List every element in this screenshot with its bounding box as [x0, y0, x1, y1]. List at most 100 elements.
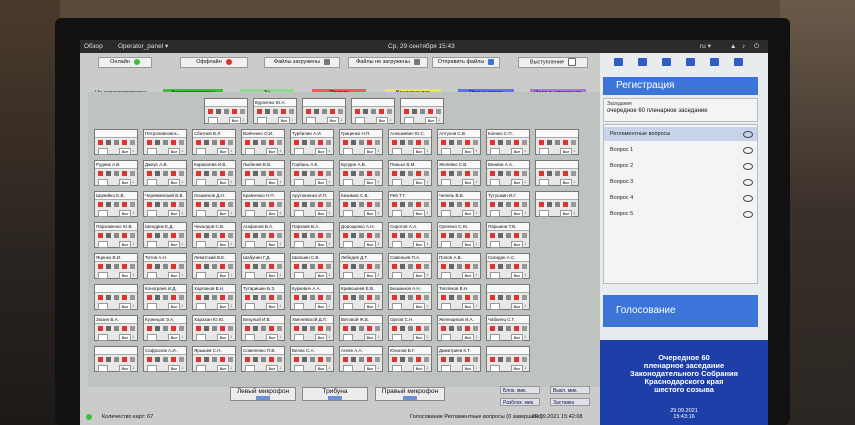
- seat-card[interactable]: Витовой Ж.Б. Вкл ↓: [339, 315, 383, 341]
- mic-on-button[interactable]: Вкл: [119, 148, 131, 155]
- seat-card[interactable]: Желевко С.В. Вкл ↓: [437, 160, 481, 186]
- decrease-button[interactable]: [147, 272, 157, 279]
- seat-card[interactable]: Тепляков В.Н. Вкл ↓: [437, 284, 481, 310]
- decrease-button[interactable]: [294, 179, 304, 186]
- seat-card[interactable]: Шабунин Г.Д. Вкл ↓: [241, 253, 285, 279]
- arrow-down-icon[interactable]: ↓: [377, 240, 380, 248]
- mic-on-button[interactable]: Вкл: [413, 210, 425, 217]
- arrow-down-icon[interactable]: ↓: [426, 364, 429, 372]
- arrow-down-icon[interactable]: ↓: [132, 209, 135, 217]
- seat-card[interactable]: Вкл ↓: [94, 346, 138, 372]
- arrow-down-icon[interactable]: ↓: [328, 209, 331, 217]
- arrow-down-icon[interactable]: ↓: [426, 333, 429, 341]
- mic-on-button[interactable]: Вкл: [119, 179, 131, 186]
- decrease-button[interactable]: [245, 303, 255, 310]
- arrow-down-icon[interactable]: ↓: [377, 178, 380, 186]
- seat-card[interactable]: Левитский В.Е. Вкл ↓: [192, 253, 236, 279]
- mic-on-button[interactable]: Вкл: [168, 365, 180, 372]
- decrease-button[interactable]: [98, 303, 108, 310]
- mic-on-button[interactable]: Вкл: [511, 303, 523, 310]
- decrease-button[interactable]: [441, 365, 451, 372]
- agenda-item[interactable]: Вопрос 2: [604, 159, 757, 173]
- seat-card[interactable]: Вкл ↓: [351, 98, 395, 124]
- stop-icon[interactable]: [710, 58, 719, 66]
- mic-on-button[interactable]: Вкл: [376, 117, 388, 124]
- seat-card[interactable]: Совеленко П.В. Вкл ↓: [241, 346, 285, 372]
- seat-card[interactable]: Лошкенов Д.Н. Вкл ↓: [192, 191, 236, 217]
- arrow-down-icon[interactable]: ↓: [230, 333, 233, 341]
- decrease-button[interactable]: [147, 241, 157, 248]
- mic-on-button[interactable]: Вкл: [364, 241, 376, 248]
- decrease-button[interactable]: [245, 210, 255, 217]
- eye-icon[interactable]: [743, 179, 753, 186]
- seat-card[interactable]: Коенко С.П. Вкл ↓: [486, 129, 530, 155]
- decrease-button[interactable]: [245, 241, 255, 248]
- arrow-down-icon[interactable]: ↓: [328, 364, 331, 372]
- arrow-down-icon[interactable]: ↓: [524, 302, 527, 310]
- screensaver-button[interactable]: Заставка: [550, 398, 590, 406]
- arrow-down-icon[interactable]: ↓: [377, 302, 380, 310]
- decrease-button[interactable]: [392, 303, 402, 310]
- mic-on-button[interactable]: Вкл: [119, 303, 131, 310]
- speech-button[interactable]: Выступление: [518, 57, 588, 68]
- mic-on-button[interactable]: Вкл: [217, 241, 229, 248]
- mic-on-button[interactable]: Вкл: [462, 148, 474, 155]
- mic-on-button[interactable]: Вкл: [315, 334, 327, 341]
- decrease-button[interactable]: [196, 148, 206, 155]
- mic-on-button[interactable]: Вкл: [266, 272, 278, 279]
- decrease-button[interactable]: [294, 365, 304, 372]
- overview-menu[interactable]: Обзор: [84, 40, 103, 53]
- monitor-icon[interactable]: [734, 58, 743, 66]
- voting-button[interactable]: Голосование: [603, 295, 758, 327]
- arrow-down-icon[interactable]: ↓: [279, 240, 282, 248]
- arrow-down-icon[interactable]: ↓: [279, 302, 282, 310]
- mic-on-button[interactable]: Вкл: [119, 272, 131, 279]
- seat-card[interactable]: Конограев И.Д. Вкл ↓: [143, 284, 187, 310]
- arrow-down-icon[interactable]: ↓: [230, 178, 233, 186]
- decrease-button[interactable]: [490, 148, 500, 155]
- seat-card[interactable]: Сбитнев В.Л. Вкл ↓: [192, 129, 236, 155]
- mic-on-button[interactable]: Вкл: [462, 272, 474, 279]
- decrease-button[interactable]: [294, 241, 304, 248]
- seat-card[interactable]: Димитриев К.Т. Вкл ↓: [437, 346, 481, 372]
- arrow-down-icon[interactable]: ↓: [242, 116, 245, 124]
- decrease-button[interactable]: [392, 365, 402, 372]
- decrease-button[interactable]: [98, 365, 108, 372]
- arrow-down-icon[interactable]: ↓: [328, 178, 331, 186]
- decrease-button[interactable]: [245, 334, 255, 341]
- seat-card[interactable]: Алешкевич Ю.С. Вкл ↓: [388, 129, 432, 155]
- arrow-down-icon[interactable]: ↓: [279, 333, 282, 341]
- arrow-down-icon[interactable]: ↓: [573, 147, 576, 155]
- arrow-down-icon[interactable]: ↓: [426, 147, 429, 155]
- seat-card[interactable]: Бешкинов А.Н. Вкл ↓: [388, 284, 432, 310]
- arrow-down-icon[interactable]: ↓: [340, 116, 343, 124]
- eye-icon[interactable]: [743, 163, 753, 170]
- mic-on-button[interactable]: Вкл: [266, 334, 278, 341]
- arrow-down-icon[interactable]: ↓: [426, 240, 429, 248]
- seat-card[interactable]: Вкл ↓: [486, 284, 530, 310]
- seat-card[interactable]: Дорощенко А.Н. Вкл ↓: [339, 222, 383, 248]
- arrow-down-icon[interactable]: ↓: [328, 302, 331, 310]
- seat-card[interactable]: Шумейко Е.В. Вкл ↓: [94, 191, 138, 217]
- mic-on-button[interactable]: Вкл: [266, 148, 278, 155]
- arrow-down-icon[interactable]: ↓: [475, 364, 478, 372]
- mic-on-button[interactable]: Вкл: [327, 117, 339, 124]
- seat-card[interactable]: Рудник А.В. Вкл ↓: [94, 160, 138, 186]
- decrease-button[interactable]: [490, 272, 500, 279]
- mic-on-button[interactable]: Вкл: [278, 117, 290, 124]
- decrease-button[interactable]: [294, 334, 304, 341]
- decrease-button[interactable]: [306, 117, 316, 124]
- seat-card[interactable]: Панько В.М. Вкл ↓: [388, 160, 432, 186]
- decrease-button[interactable]: [196, 334, 206, 341]
- arrow-down-icon[interactable]: ↓: [328, 333, 331, 341]
- arrow-down-icon[interactable]: ↓: [475, 333, 478, 341]
- seats-icon[interactable]: [662, 58, 671, 66]
- decrease-button[interactable]: [196, 179, 206, 186]
- arrow-down-icon[interactable]: ↓: [426, 271, 429, 279]
- seat-card[interactable]: Агеев А.А. Вкл ↓: [339, 346, 383, 372]
- decrease-button[interactable]: [147, 303, 157, 310]
- registration-button[interactable]: Регистрация: [603, 77, 758, 95]
- seat-card[interactable]: Чепель В.В. Вкл ↓: [437, 191, 481, 217]
- decrease-button[interactable]: [343, 210, 353, 217]
- mic-on-button[interactable]: Вкл: [119, 334, 131, 341]
